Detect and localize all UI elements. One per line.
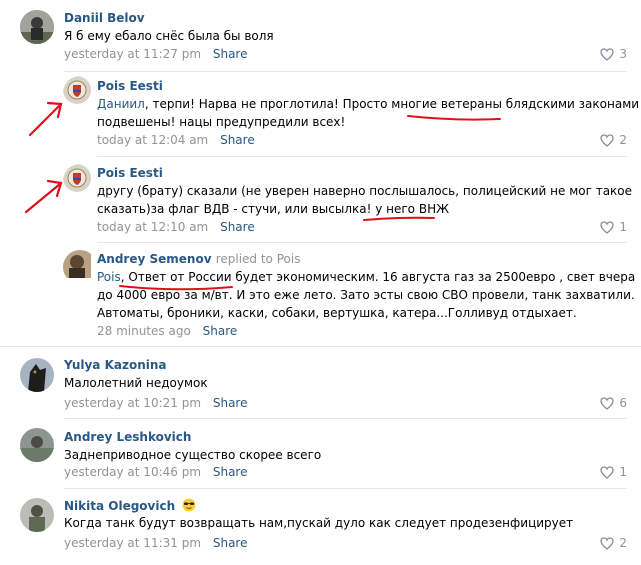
comment-author[interactable]: Yulya Kazonina xyxy=(64,358,167,372)
comment-text-line: до 4000 евро за м/вт. И это еже лето. За… xyxy=(97,288,635,302)
comment-meta: yesterday at 11:27 pm Share xyxy=(64,47,247,61)
divider xyxy=(0,346,641,347)
comment-meta: yesterday at 10:21 pm Share xyxy=(64,396,247,410)
share-button[interactable]: Share xyxy=(220,220,255,234)
like-count: 2 xyxy=(619,133,627,147)
avatar[interactable] xyxy=(20,358,54,392)
comment-text-part: , терпи! Нарва не проглотила! Просто мно… xyxy=(144,97,640,111)
underline-vnzh xyxy=(363,216,435,221)
avatar[interactable] xyxy=(20,498,54,532)
comment-text-line: сказать)за флаг ВДВ - стучи, или высылка… xyxy=(97,202,450,216)
comment-timestamp[interactable]: yesterday at 11:31 pm xyxy=(64,536,201,550)
comment-timestamp[interactable]: today at 12:10 am xyxy=(97,220,208,234)
avatar[interactable] xyxy=(20,10,54,44)
share-button[interactable]: Share xyxy=(213,465,248,479)
heart-icon xyxy=(600,133,615,147)
avatar[interactable] xyxy=(63,250,97,284)
comment-text-line: подвешены! нацы предупредили всех! xyxy=(97,115,346,129)
like-count: 1 xyxy=(619,465,627,479)
heart-icon xyxy=(600,465,615,479)
comment-text-line: Даниил, терпи! Нарва не проглотила! Прос… xyxy=(97,95,639,113)
like-count: 3 xyxy=(619,47,627,61)
underline-veterans xyxy=(407,115,501,121)
comment-author: Andrey Semenov replied to Pois xyxy=(97,252,300,266)
share-button[interactable]: Share xyxy=(213,536,248,550)
comment-author[interactable]: Daniil Belov xyxy=(64,11,145,25)
like-button[interactable]: 2 xyxy=(600,536,627,550)
share-button[interactable]: Share xyxy=(203,324,238,338)
author-link[interactable]: Andrey Semenov xyxy=(97,252,212,266)
comment-timestamp[interactable]: yesterday at 10:46 pm xyxy=(64,465,201,479)
like-button[interactable]: 2 xyxy=(600,133,627,147)
comment-text-line: Автоматы, броники, каски, собаки, вертуш… xyxy=(97,306,577,320)
like-button[interactable]: 6 xyxy=(600,396,627,410)
comment-text: Малолетний недоумок xyxy=(64,376,208,390)
avatar[interactable] xyxy=(63,76,97,110)
author-link[interactable]: Nikita Olegovich xyxy=(64,499,175,513)
divider xyxy=(97,156,627,157)
comment-author[interactable]: Pois Eesti xyxy=(97,79,163,93)
comment-meta: today at 12:10 am Share xyxy=(97,220,255,234)
comment-text-line: Pois, Ответ от России будет экономически… xyxy=(97,268,635,286)
comment-text: Когда танк будут возвращать нам,пускай д… xyxy=(64,516,574,530)
divider xyxy=(97,242,627,243)
replied-to[interactable]: replied to Pois xyxy=(216,252,301,266)
sunglasses-emoji-icon xyxy=(182,498,196,512)
comment-text-line: другу (брату) сказали (не уверен наверно… xyxy=(97,184,633,198)
comment-text-part: , Ответ от России будет экономическим. 1… xyxy=(120,270,636,284)
heart-icon xyxy=(600,536,615,550)
comment-timestamp[interactable]: yesterday at 11:27 pm xyxy=(64,47,201,61)
red-arrow-2 xyxy=(24,179,63,214)
comment-meta: 28 minutes ago Share xyxy=(97,324,237,338)
comment-author: Nikita Olegovich xyxy=(64,498,196,513)
share-button[interactable]: Share xyxy=(213,396,248,410)
divider xyxy=(64,418,627,419)
like-count: 2 xyxy=(619,536,627,550)
comment-timestamp[interactable]: yesterday at 10:21 pm xyxy=(64,396,201,410)
share-button[interactable]: Share xyxy=(213,47,248,61)
heart-icon xyxy=(600,220,615,234)
mention-link[interactable]: Pois xyxy=(97,270,121,284)
heart-icon xyxy=(600,47,615,61)
comment-timestamp[interactable]: today at 12:04 am xyxy=(97,133,208,147)
share-button[interactable]: Share xyxy=(220,133,255,147)
divider xyxy=(64,71,627,72)
heart-icon xyxy=(600,396,615,410)
red-arrow-1 xyxy=(28,101,63,137)
avatar[interactable] xyxy=(20,428,54,462)
comment-author[interactable]: Pois Eesti xyxy=(97,166,163,180)
comment-meta: yesterday at 10:46 pm Share xyxy=(64,465,247,479)
comment-meta: today at 12:04 am Share xyxy=(97,133,255,147)
comment-text: Я б ему ебало снёс была бы воля xyxy=(64,29,274,43)
comment-timestamp[interactable]: 28 minutes ago xyxy=(97,324,191,338)
like-button[interactable]: 3 xyxy=(600,47,627,61)
like-button[interactable]: 1 xyxy=(600,220,627,234)
like-button[interactable]: 1 xyxy=(600,465,627,479)
like-count: 1 xyxy=(619,220,627,234)
comment-author[interactable]: Andrey Leshkovich xyxy=(64,430,191,444)
divider xyxy=(64,488,627,489)
comment-meta: yesterday at 11:31 pm Share xyxy=(64,536,247,550)
comment-text: Заднеприводное существо скорее всего xyxy=(64,448,322,462)
like-count: 6 xyxy=(619,396,627,410)
avatar[interactable] xyxy=(63,164,97,198)
mention-link[interactable]: Даниил xyxy=(97,97,145,111)
